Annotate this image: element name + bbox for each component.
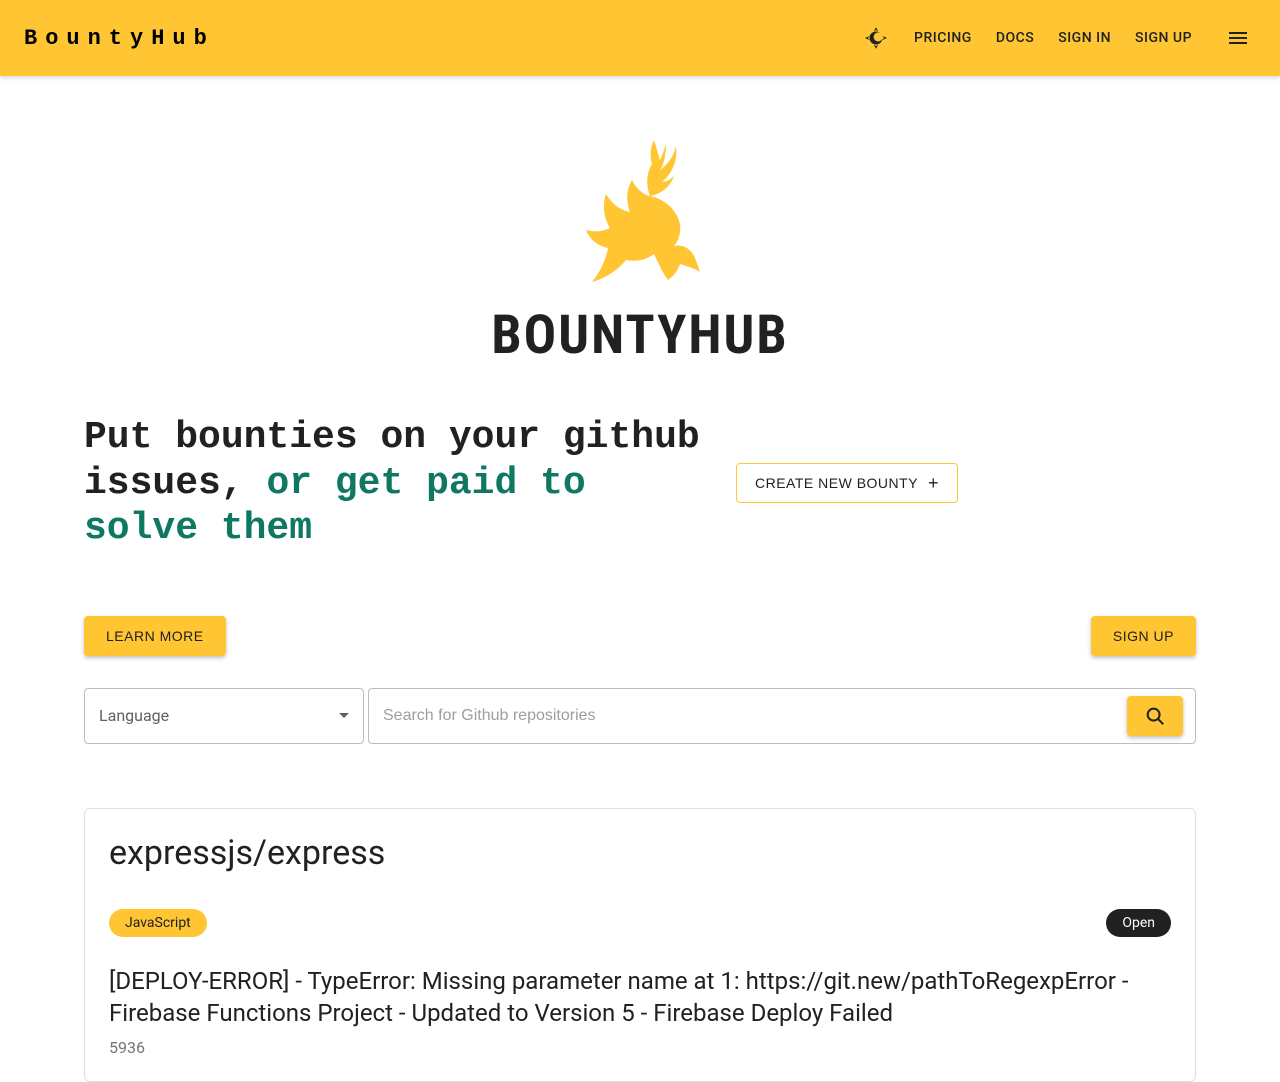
main-content: BOUNTYHUB Put bounties on your github is… [60, 76, 1220, 1082]
deer-icon [570, 132, 710, 292]
hamburger-icon [1226, 26, 1250, 50]
create-bounty-button[interactable]: CREATE NEW BOUNTY + [736, 463, 958, 503]
nav-signin[interactable]: SIGN IN [1054, 22, 1115, 54]
search-box [368, 688, 1196, 744]
repo-name[interactable]: expressjs/express [109, 833, 1171, 873]
dark-mode-icon [863, 25, 889, 51]
chevron-down-icon [339, 713, 349, 718]
top-nav: PRICING DOCS SIGN IN SIGN UP [858, 20, 1256, 56]
app-header: BountyHub PRICING DOCS SIGN IN SIGN UP [0, 0, 1280, 76]
tagline-text: Put bounties on your github issues, or g… [84, 415, 704, 552]
create-bounty-label: CREATE NEW BOUNTY [755, 475, 918, 491]
search-button[interactable] [1127, 696, 1183, 736]
issue-title[interactable]: [DEPLOY-ERROR] - TypeError: Missing para… [109, 965, 1171, 1030]
theme-toggle-button[interactable] [858, 20, 894, 56]
signup-button[interactable]: SIGN UP [1091, 616, 1196, 656]
repo-card: expressjs/express JavaScript Open [DEPLO… [84, 808, 1196, 1082]
plus-icon: + [928, 474, 939, 492]
tagline-row: Put bounties on your github issues, or g… [84, 415, 1196, 552]
issue-number: 5936 [109, 1038, 1171, 1057]
status-chip: Open [1106, 909, 1171, 937]
brand-logo-text[interactable]: BountyHub [24, 26, 215, 51]
search-input[interactable] [383, 707, 1127, 725]
hero-logo-block: BOUNTYHUB [84, 76, 1196, 367]
deer-logo [570, 132, 710, 292]
nav-pricing[interactable]: PRICING [910, 22, 976, 54]
cta-row: LEARN MORE SIGN UP [84, 616, 1196, 656]
language-chip: JavaScript [109, 909, 207, 937]
search-icon [1144, 705, 1166, 727]
search-row: Language [84, 688, 1196, 744]
learn-more-button[interactable]: LEARN MORE [84, 616, 226, 656]
chip-row: JavaScript Open [109, 909, 1171, 937]
language-select-label: Language [99, 706, 169, 725]
hero-title: BOUNTYHUB [491, 304, 788, 367]
nav-docs[interactable]: DOCS [992, 22, 1038, 54]
nav-signup[interactable]: SIGN UP [1131, 22, 1196, 54]
language-select[interactable]: Language [84, 688, 364, 744]
menu-button[interactable] [1220, 20, 1256, 56]
